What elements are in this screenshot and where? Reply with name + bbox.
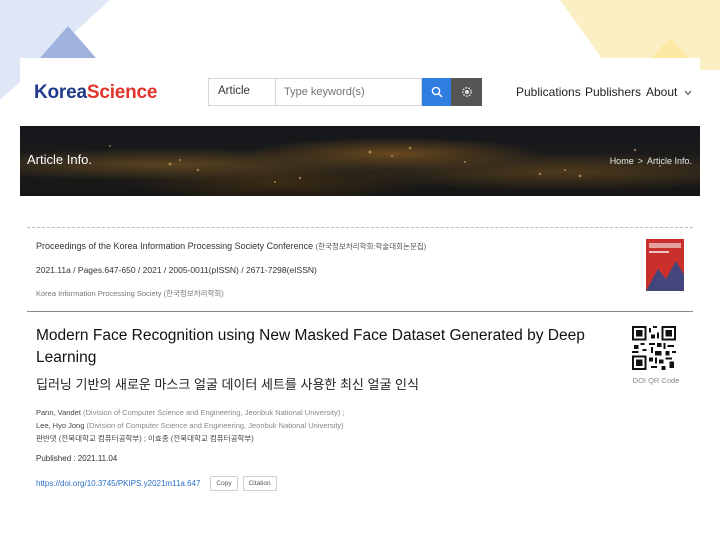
published-date: Published : 2021.11.04 <box>36 454 118 463</box>
publisher-name[interactable]: Korea Information Processing Society (한국… <box>36 288 224 299</box>
journal-name-ko: (한국정보처리학회:학술대회논문집) <box>315 242 427 251</box>
author-affiliation: (Division of Computer Science and Engine… <box>83 408 345 417</box>
site-header: KoreaScience Article Publications Publis… <box>20 58 700 126</box>
journal-name-en: Proceedings of the Korea Information Pro… <box>36 241 314 251</box>
koreascience-logo[interactable]: KoreaScience <box>34 82 157 104</box>
divider-dashed <box>27 227 693 228</box>
banner-background-image <box>109 145 661 183</box>
article-meta: 2021.11a / Pages.647-650 / 2021 / 2005-0… <box>36 265 317 275</box>
qr-code-label: DOI QR Code <box>632 376 680 385</box>
advanced-search-button[interactable] <box>451 78 482 106</box>
author-list-ko: 판반댓 (전북대학교 컴퓨터공학부) ; 이효종 (전북대학교 컴퓨터공학부) <box>36 434 254 443</box>
citation-button[interactable]: Citation <box>242 476 277 491</box>
page-title: Article Info. <box>27 152 93 167</box>
journal-cover-image[interactable] <box>646 239 684 291</box>
author-name[interactable]: Lee, Hyo Jong <box>36 421 84 430</box>
doi-row: https://doi.org/10.3745/PKIPS.y2021m11a.… <box>36 476 282 491</box>
breadcrumb-current: Article Info. <box>646 156 692 166</box>
breadcrumb: Home > Article Info. <box>610 156 692 166</box>
author-entry: Pann, Vandet (Division of Computer Scien… <box>36 406 344 419</box>
nav-publishers[interactable]: Publishers <box>585 85 641 99</box>
divider-solid <box>27 311 693 312</box>
search-icon <box>431 86 442 98</box>
search-button[interactable] <box>422 78 451 106</box>
page-banner: Article Info. Home > Article Info. <box>20 126 700 196</box>
author-list: Pann, Vandet (Division of Computer Scien… <box>36 406 344 445</box>
nav-publications[interactable]: Publications <box>516 85 581 99</box>
author-entry: Lee, Hyo Jong (Division of Computer Scie… <box>36 419 344 432</box>
chevron-down-icon <box>684 90 692 96</box>
search-bar: Article <box>208 78 482 106</box>
breadcrumb-separator: > <box>637 156 643 166</box>
search-category-select[interactable]: Article <box>208 78 275 106</box>
journal-name[interactable]: Proceedings of the Korea Information Pro… <box>36 241 426 252</box>
settings-icon <box>461 87 472 97</box>
article-title-en: Modern Face Recognition using New Masked… <box>36 327 585 366</box>
nav-about[interactable]: About <box>646 85 692 99</box>
doi-qr-code[interactable] <box>632 326 676 370</box>
author-name[interactable]: Pann, Vandet <box>36 408 81 417</box>
breadcrumb-home[interactable]: Home <box>610 156 634 166</box>
search-input[interactable] <box>275 78 422 106</box>
copy-button[interactable]: Copy <box>210 476 238 491</box>
nav-about-label: About <box>646 85 678 99</box>
doi-link[interactable]: https://doi.org/10.3745/PKIPS.y2021m11a.… <box>36 479 200 488</box>
page-container: KoreaScience Article Publications Publis… <box>20 58 700 540</box>
author-affiliation: (Division of Computer Science and Engine… <box>86 421 344 430</box>
article-title-ko: 딥러닝 기반의 새로운 마스크 얼굴 데이터 세트를 사용한 최신 얼굴 인식 <box>36 377 419 392</box>
